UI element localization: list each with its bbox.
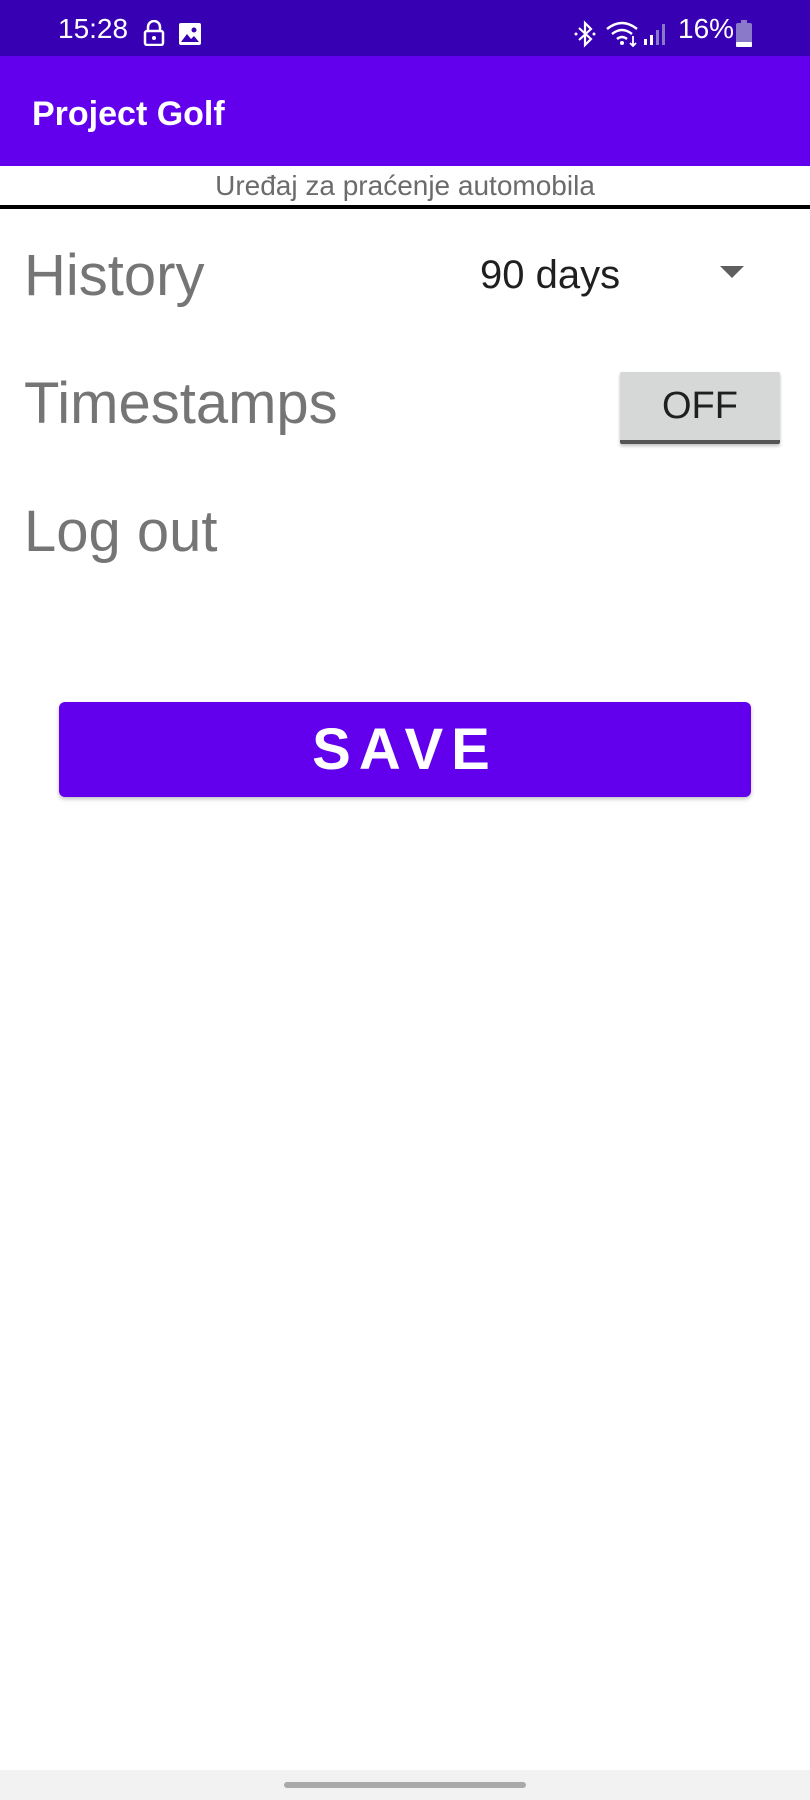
app-bar: Project Golf [0,56,810,166]
battery-percentage: 16% [678,13,735,44]
signal-icon [644,24,665,45]
battery-icon [736,20,752,47]
dropdown-arrow-icon [720,266,744,278]
status-time: 15:28 [58,13,129,44]
history-dropdown[interactable]: 90 days [470,246,760,306]
home-gesture-handle[interactable] [284,1782,526,1788]
timestamps-label: Timestamps [24,371,338,436]
image-icon [179,23,201,45]
save-button[interactable]: SAVE [59,702,751,797]
navigation-bar [0,1770,810,1800]
timestamps-toggle-button[interactable]: OFF [620,372,780,444]
lock-icon [143,20,165,46]
history-selected-value: 90 days [480,253,621,297]
status-bar: 15:28 16% [0,0,810,56]
logout-item[interactable]: Log out [24,497,218,567]
bluetooth-icon [574,20,596,48]
divider [0,205,810,209]
wifi-icon [606,21,638,48]
page-subtitle: Uređaj za praćenje automobila [215,170,595,201]
app-title: Project Golf [32,95,225,133]
history-label: History [24,243,205,308]
